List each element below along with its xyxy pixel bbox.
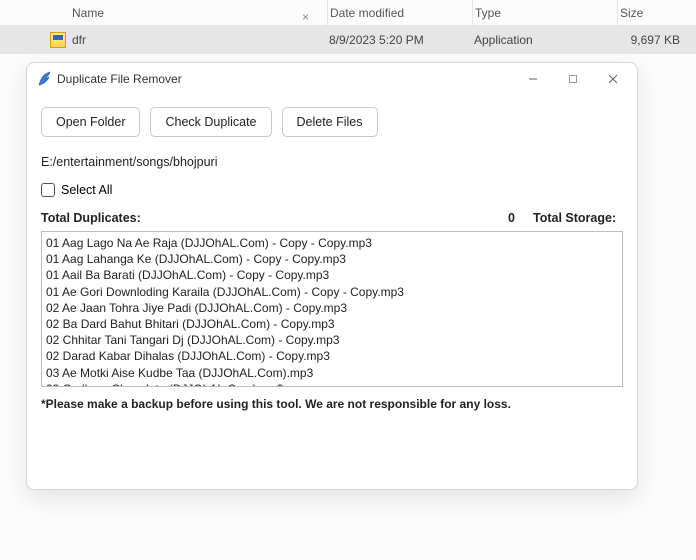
- window-title: Duplicate File Remover: [57, 72, 182, 86]
- list-item[interactable]: 03 Cadbury Chocolate (DJJOhAL.Com).mp3: [46, 381, 618, 387]
- current-path: E:/entertainment/songs/bhojpuri: [41, 155, 623, 169]
- list-item[interactable]: 02 Ae Jaan Tohra Jiye Padi (DJJOhAL.Com)…: [46, 300, 618, 316]
- select-all-label: Select All: [61, 183, 112, 197]
- delete-files-button[interactable]: Delete Files: [282, 107, 378, 137]
- duplicate-file-list[interactable]: 01 Aag Lago Na Ae Raja (DJJOhAL.Com) - C…: [41, 231, 623, 387]
- open-folder-button[interactable]: Open Folder: [41, 107, 140, 137]
- file-name: dfr: [72, 33, 327, 47]
- list-item[interactable]: 01 Aag Lahanga Ke (DJJOhAL.Com) - Copy -…: [46, 251, 618, 267]
- list-item[interactable]: 02 Darad Kabar Dihalas (DJJOhAL.Com) - C…: [46, 348, 618, 364]
- explorer-file-row[interactable]: dfr 8/9/2023 5:20 PM Application 9,697 K…: [0, 26, 696, 54]
- total-storage-label: Total Storage:: [533, 211, 623, 225]
- list-item[interactable]: 03 Ae Motki Aise Kudbe Taa (DJJOhAL.Com)…: [46, 365, 618, 381]
- minimize-button[interactable]: [513, 65, 553, 93]
- list-item[interactable]: 02 Ba Dard Bahut Bhitari (DJJOhAL.Com) -…: [46, 316, 618, 332]
- column-date-label: Date modified: [330, 6, 404, 20]
- list-item[interactable]: 01 Aail Ba Barati (DJJOhAL.Com) - Copy -…: [46, 267, 618, 283]
- column-size-label: Size: [620, 6, 643, 20]
- select-all-checkbox[interactable]: [41, 183, 55, 197]
- close-button[interactable]: [593, 65, 633, 93]
- stats-row: Total Duplicates: 0 Total Storage:: [41, 211, 623, 225]
- list-item[interactable]: 01 Aag Lago Na Ae Raja (DJJOhAL.Com) - C…: [46, 235, 618, 251]
- footer-warning: *Please make a backup before using this …: [41, 397, 623, 411]
- column-date[interactable]: Date modified: [327, 0, 472, 25]
- maximize-button[interactable]: [553, 65, 593, 93]
- explorer-column-header: Name × Date modified Type Size: [0, 0, 696, 26]
- column-name[interactable]: Name ×: [72, 6, 327, 20]
- select-all-row[interactable]: Select All: [41, 183, 623, 197]
- column-size[interactable]: Size: [617, 0, 696, 25]
- check-duplicate-button[interactable]: Check Duplicate: [150, 107, 271, 137]
- total-duplicates-value: 0: [508, 211, 515, 225]
- list-item[interactable]: 01 Ae Gori Downloding Karaila (DJJOhAL.C…: [46, 284, 618, 300]
- file-date: 8/9/2023 5:20 PM: [327, 33, 472, 47]
- toolbar: Open Folder Check Duplicate Delete Files: [41, 107, 623, 137]
- titlebar: Duplicate File Remover: [27, 63, 637, 95]
- total-duplicates-label: Total Duplicates:: [41, 211, 141, 225]
- file-size: 9,697 KB: [617, 33, 696, 47]
- column-name-label: Name: [72, 6, 104, 20]
- app-window: Duplicate File Remover Open Folder Check…: [26, 62, 638, 490]
- column-type-label: Type: [475, 6, 501, 20]
- file-type: Application: [472, 33, 617, 47]
- column-type[interactable]: Type: [472, 0, 617, 25]
- app-file-icon: [50, 32, 66, 48]
- list-item[interactable]: 02 Chhitar Tani Tangari Dj (DJJOhAL.Com)…: [46, 332, 618, 348]
- feather-icon: [37, 71, 51, 87]
- column-sort-clear-icon[interactable]: ×: [302, 10, 309, 24]
